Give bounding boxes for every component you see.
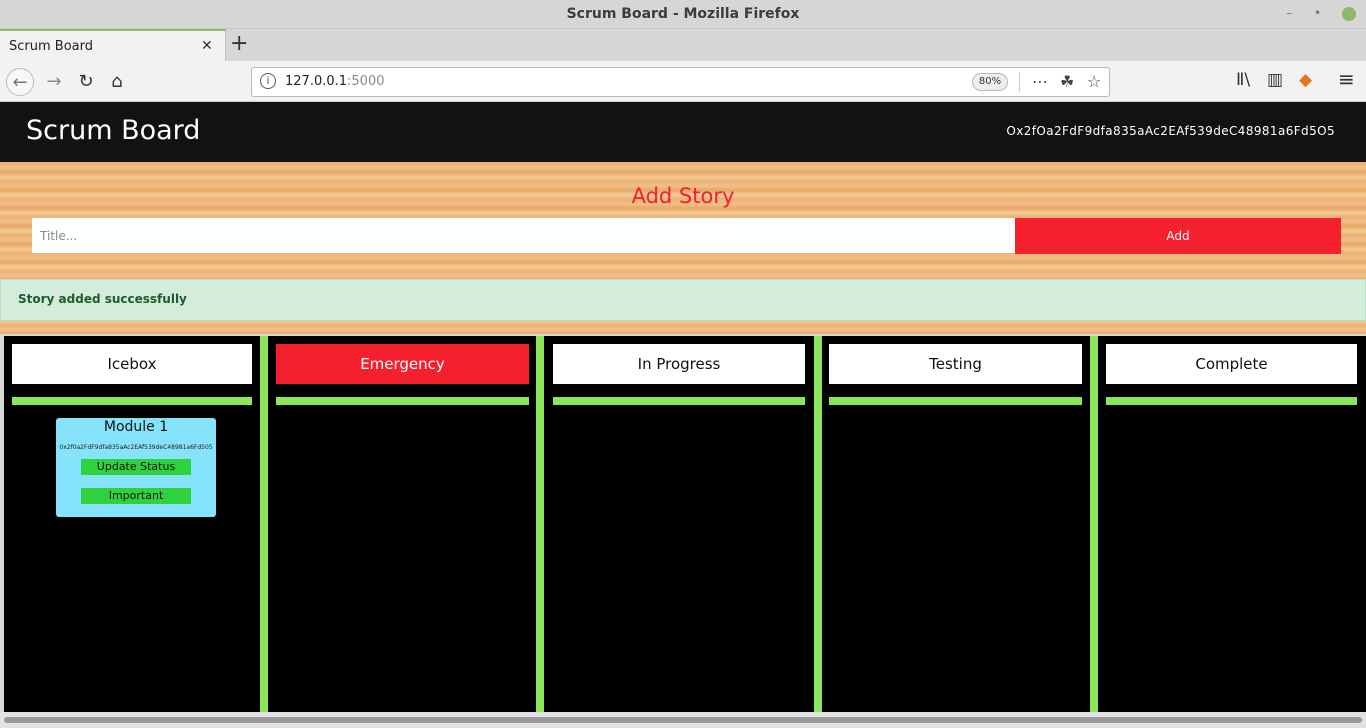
scrum-board: Icebox Module 1 0x2f0a2FdF9dfa835aAc2EAf… — [0, 334, 1366, 712]
lane-separator — [536, 336, 544, 712]
url-divider — [1019, 72, 1020, 92]
add-story-button[interactable]: Add — [1015, 218, 1341, 254]
reload-icon[interactable]: ↻ — [72, 68, 100, 96]
important-button[interactable]: Important — [81, 488, 191, 504]
minimize-icon[interactable]: – — [1286, 6, 1292, 20]
forward-icon[interactable]: → — [40, 68, 68, 96]
lane-separator — [814, 336, 822, 712]
brand-title: Scrum Board — [26, 115, 201, 146]
column-header-emergency: Emergency — [276, 344, 529, 384]
page-content: Scrum Board Ox2fOa2FdF9dfa835aAc2EAf539d… — [0, 102, 1366, 712]
tab-strip: Scrum Board ✕ + — [0, 29, 1366, 61]
url-text: 127.0.0.1:5000 — [285, 74, 385, 89]
update-status-button[interactable]: Update Status — [81, 459, 191, 475]
column-divider — [553, 397, 805, 405]
nav-toolbar: ← → ↻ ⌂ i 127.0.0.1:5000 80% ⋯ ☘ ☆ Ⅱ\ ▥ … — [0, 61, 1366, 102]
metamask-fox-icon[interactable]: ◆ — [1299, 70, 1312, 90]
column-divider — [1106, 397, 1357, 405]
pocket-icon[interactable]: ☘ — [1060, 72, 1074, 91]
column-header-testing: Testing — [829, 344, 1082, 384]
library-icon[interactable]: Ⅱ\ — [1236, 70, 1250, 90]
success-alert: Story added successfully — [0, 279, 1366, 321]
window-titlebar: Scrum Board - Mozilla Firefox – • — [0, 0, 1366, 29]
maximize-icon[interactable]: • — [1314, 6, 1321, 20]
column-divider — [12, 397, 252, 405]
lane-separator — [260, 336, 268, 712]
add-story-heading: Add Story — [631, 184, 735, 208]
alert-message: Story added successfully — [18, 292, 187, 306]
lane-separator — [1090, 336, 1098, 712]
column-icebox: Icebox Module 1 0x2f0a2FdF9dfa835aAc2EAf… — [4, 336, 260, 712]
site-header: Scrum Board Ox2fOa2FdF9dfa835aAc2EAf539d… — [0, 102, 1366, 162]
site-info-icon[interactable]: i — [260, 73, 276, 89]
column-testing: Testing — [822, 336, 1090, 712]
column-divider — [829, 397, 1082, 405]
column-header-in-progress: In Progress — [553, 344, 805, 384]
column-emergency: Emergency — [268, 336, 536, 712]
back-icon[interactable]: ← — [6, 68, 34, 96]
bookmark-star-icon[interactable]: ☆ — [1087, 72, 1101, 91]
page-actions-icon[interactable]: ⋯ — [1032, 72, 1048, 91]
column-in-progress: In Progress — [544, 336, 814, 712]
account-address: Ox2fOa2FdF9dfa835aAc2EAf539deC48981a6Fd5… — [1006, 124, 1335, 138]
url-host: 127.0.0.1 — [285, 74, 348, 89]
column-divider — [276, 397, 529, 405]
new-tab-icon[interactable]: + — [230, 31, 248, 56]
menu-hamburger-icon[interactable]: ≡ — [1338, 67, 1355, 91]
zoom-badge[interactable]: 80% — [972, 73, 1008, 91]
column-header-complete: Complete — [1106, 344, 1357, 384]
url-port: :5000 — [347, 74, 385, 89]
story-owner-address: 0x2f0a2FdF9dfa835aAc2EAf539deC48981a6Fd5… — [59, 444, 213, 451]
column-complete: Complete — [1098, 336, 1366, 712]
tab-title: Scrum Board — [9, 39, 93, 54]
tab-scrum-board[interactable]: Scrum Board ✕ — [0, 29, 226, 61]
window-title: Scrum Board - Mozilla Firefox — [566, 6, 800, 22]
story-title: Module 1 — [103, 419, 169, 435]
url-bar[interactable]: i 127.0.0.1:5000 80% ⋯ ☘ ☆ — [251, 67, 1110, 97]
story-title-input[interactable] — [32, 218, 1015, 253]
scrollbar-thumb[interactable] — [4, 717, 1362, 723]
sidebar-icon[interactable]: ▥ — [1267, 70, 1283, 90]
home-icon[interactable]: ⌂ — [103, 68, 131, 96]
close-window-icon[interactable] — [1342, 7, 1356, 21]
tab-close-icon[interactable]: ✕ — [201, 38, 213, 54]
horizontal-scrollbar[interactable] — [0, 712, 1366, 728]
story-card[interactable]: Module 1 0x2f0a2FdF9dfa835aAc2EAf539deC4… — [56, 418, 216, 517]
column-header-icebox: Icebox — [12, 344, 252, 384]
